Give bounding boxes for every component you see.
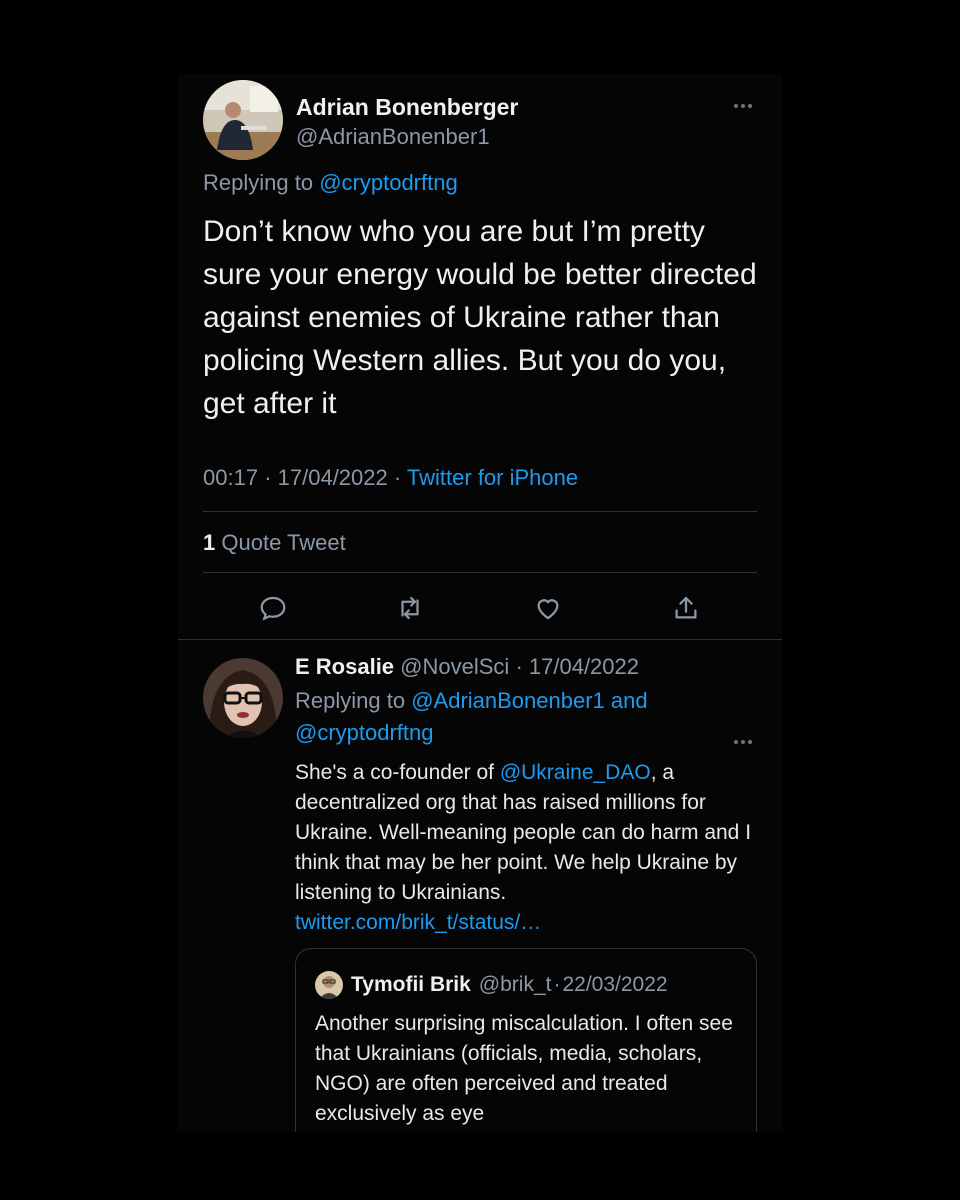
reply-replying-to: Replying to @AdrianBonenber1 and @crypto… (295, 685, 695, 749)
share-icon[interactable] (668, 590, 704, 626)
quoted-text: Another surprising miscalculation. I oft… (315, 1012, 733, 1125)
tweet-thread-panel: Adrian Bonenberger @AdrianBonenber1 Repl… (178, 74, 782, 1132)
meta-separator: · (264, 465, 272, 490)
replying-to-and[interactable]: and (611, 688, 648, 713)
divider (203, 511, 757, 512)
tweet-time[interactable]: 00:17 (203, 465, 258, 490)
more-options-icon[interactable] (726, 96, 760, 116)
reply-author-name[interactable]: E Rosalie (295, 654, 394, 679)
tweet-date[interactable]: 17/04/2022 (278, 465, 388, 490)
tweet-source[interactable]: Twitter for iPhone (407, 465, 578, 490)
main-tweet: Adrian Bonenberger @AdrianBonenber1 Repl… (178, 74, 782, 639)
meta-separator: · (515, 654, 523, 679)
reply-date[interactable]: 17/04/2022 (529, 654, 639, 679)
reply-more-options-icon[interactable] (726, 732, 760, 752)
replying-to-label: Replying to (295, 688, 406, 713)
quoted-author-name: Tymofii Brik (351, 973, 471, 996)
tweet-text: Don’t know who you are but I’m pretty su… (203, 215, 757, 420)
meta-separator: · (393, 465, 402, 490)
replying-to-mention[interactable]: @AdrianBonenber1 (411, 688, 605, 713)
tweet-meta: 00:17 · 17/04/2022 · Twitter for iPhone (203, 465, 578, 491)
replying-to-mention[interactable]: @cryptodrftng (319, 170, 458, 195)
meta-separator: · (553, 973, 561, 996)
quote-tweet-count[interactable]: 1 Quote Tweet (203, 530, 346, 556)
quoted-tweet-card[interactable]: Tymofii Brik @brik_t · 22/03/2022 Anothe… (295, 948, 757, 1132)
reply-text-part: She's a co-founder of (295, 761, 500, 784)
reply-mention[interactable]: @Ukraine_DAO (500, 761, 651, 784)
replying-to-mention[interactable]: @cryptodrftng (295, 720, 434, 745)
reply-icon[interactable] (255, 590, 291, 626)
reply-author-handle[interactable]: @NovelSci (400, 654, 509, 679)
reply-tweet: E Rosalie @NovelSci · 17/04/2022 Replyin… (178, 640, 782, 1132)
reply-text: She's a co-founder of @Ukraine_DAO, a de… (295, 758, 765, 938)
author-name[interactable]: Adrian Bonenberger (296, 94, 518, 121)
reply-link[interactable]: twitter.com/brik_t/status/… (295, 911, 541, 934)
reply-author-avatar[interactable] (203, 658, 283, 738)
retweet-icon[interactable] (392, 590, 428, 626)
quote-count-number: 1 (203, 530, 216, 555)
quoted-date: 22/03/2022 (562, 973, 668, 996)
quoted-author-handle: @brik_t (478, 973, 552, 996)
quote-count-label: Quote Tweet (221, 530, 346, 555)
divider (203, 572, 757, 573)
replying-to-line: Replying to @cryptodrftng (203, 170, 458, 196)
replying-to-label: Replying to (203, 170, 314, 195)
reply-header: E Rosalie @NovelSci · 17/04/2022 (295, 654, 639, 680)
like-icon[interactable] (530, 590, 566, 626)
quoted-author-avatar (315, 971, 343, 999)
author-avatar[interactable] (203, 80, 283, 160)
author-handle[interactable]: @AdrianBonenber1 (296, 124, 490, 150)
quoted-header: Tymofii Brik @brik_t · 22/03/2022 (315, 971, 668, 999)
